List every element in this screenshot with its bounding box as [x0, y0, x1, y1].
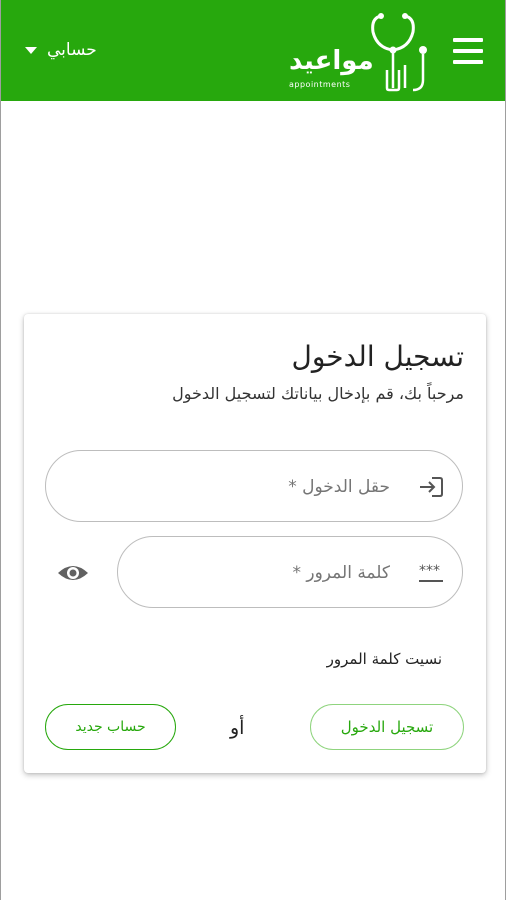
or-separator: أو: [230, 717, 245, 739]
login-button[interactable]: تسجيل الدخول: [310, 704, 464, 750]
logo-text: مواعيد: [289, 46, 374, 76]
caret-down-icon: [25, 46, 37, 54]
forgot-password-link[interactable]: نسيت كلمة المرور: [327, 650, 442, 668]
login-card: تسجيل الدخول مرحباً بك، قم بإدخال بيانات…: [24, 314, 486, 773]
username-field[interactable]: [45, 450, 463, 523]
new-account-button[interactable]: حساب جديد: [45, 704, 176, 750]
eye-icon[interactable]: [57, 561, 89, 585]
login-title: تسجيل الدخول: [291, 340, 464, 373]
account-menu[interactable]: حسابي: [25, 40, 97, 60]
hamburger-menu-icon[interactable]: [453, 38, 483, 64]
password-dots-icon: ***: [419, 563, 443, 582]
password-field[interactable]: ***: [117, 536, 463, 609]
login-icon: [420, 477, 443, 497]
app-logo[interactable]: مواعيد appointments: [285, 10, 435, 92]
logo-subtext: appointments: [289, 80, 351, 89]
top-app-bar: مواعيد appointments حسابي: [1, 0, 505, 101]
login-subtitle: مرحباً بك، قم بإدخال بياناتك لتسجيل الدخ…: [172, 384, 464, 403]
svg-text:***: ***: [419, 563, 440, 579]
username-input[interactable]: [66, 451, 392, 523]
account-label: حسابي: [47, 40, 97, 60]
password-input[interactable]: [138, 537, 392, 609]
